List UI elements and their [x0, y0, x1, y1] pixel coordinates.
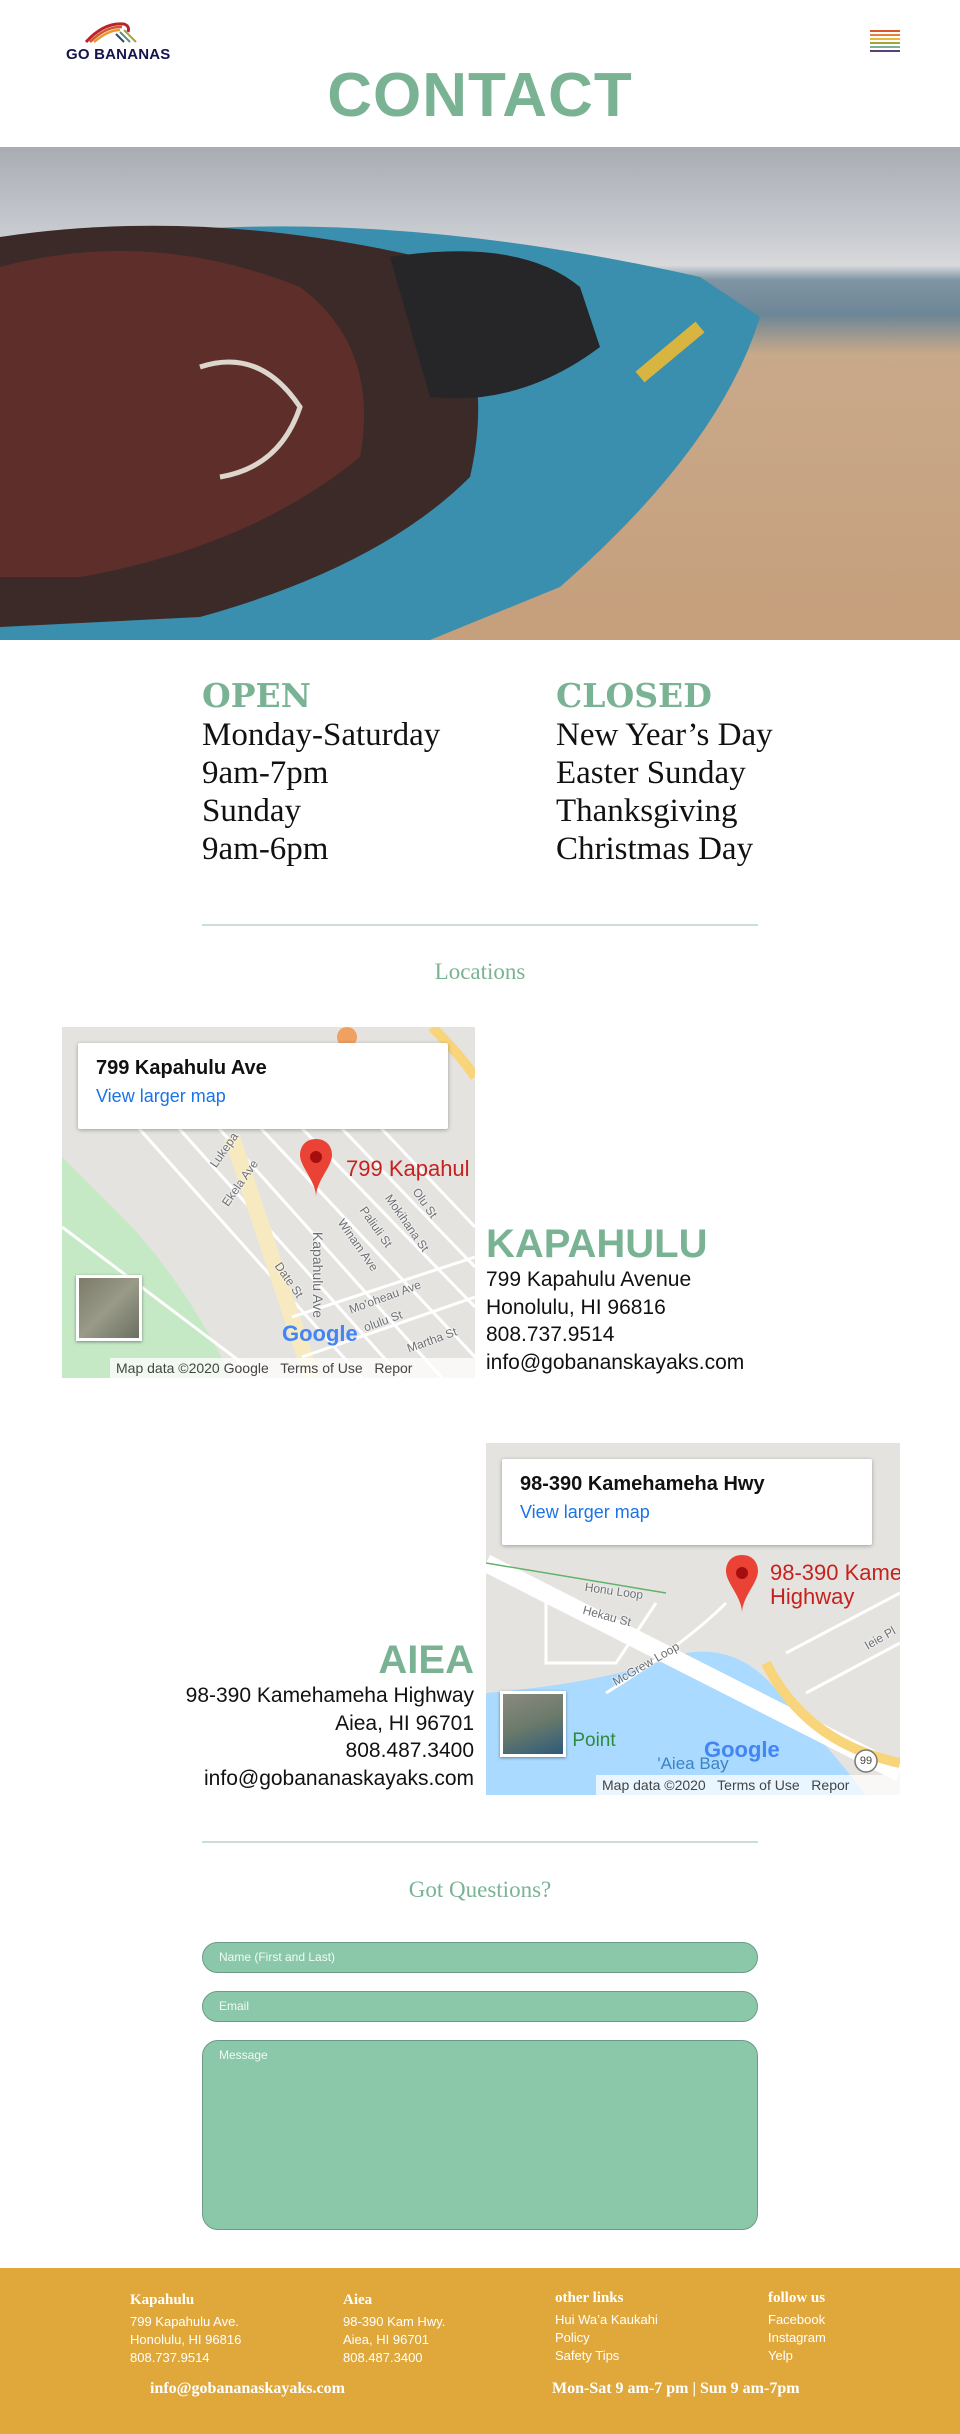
location-phone[interactable]: 808.487.3400 [100, 1737, 474, 1765]
closed-days: CLOSED New Year’s Day Easter Sunday Than… [556, 676, 886, 868]
pin-label-line: Highway [770, 1584, 855, 1609]
terms-link[interactable]: Terms of Use [280, 1360, 362, 1376]
report-link[interactable]: Repor [374, 1360, 412, 1376]
location-name: AIEA [378, 1638, 474, 1682]
hero-image [0, 147, 960, 640]
footer-email[interactable]: info@gobananaskayaks.com [150, 2380, 345, 2398]
map-attribution: Map data ©2020 [602, 1777, 706, 1793]
closed-line: New Year’s Day [556, 717, 773, 753]
open-line: 9am-6pm [202, 831, 329, 867]
footer-line: 799 Kapahulu Ave. [130, 2314, 239, 2329]
report-link[interactable]: Repor [811, 1777, 849, 1793]
terms-link[interactable]: Terms of Use [717, 1777, 799, 1793]
map-pin-icon[interactable] [300, 1139, 332, 1201]
kapahulu-info: KAPAHULU 799 Kapahulu Avenue Honolulu, H… [486, 1222, 744, 1376]
open-line: 9am-7pm [202, 755, 329, 791]
closed-line: Thanksgiving [556, 793, 738, 829]
kapahulu-map[interactable]: Lukepa Ekela Ave Kapahulu Ave Winam Ave … [62, 1027, 475, 1378]
map-pin-label: 98-390 Kame Highway [770, 1561, 900, 1609]
pin-label-line: 98-390 Kame [770, 1560, 900, 1585]
footer-heading: other links [555, 2290, 624, 2306]
location-phone[interactable]: 808.737.9514 [486, 1321, 744, 1349]
view-larger-map-link[interactable]: View larger map [520, 1502, 854, 1523]
locations-title: Locations [434, 959, 526, 984]
open-hours: OPEN Monday-Saturday 9am-7pm Sunday 9am-… [202, 676, 532, 868]
open-line: Sunday [202, 793, 301, 829]
footer-heading: follow us [768, 2290, 826, 2306]
footer: Kapahulu 799 Kapahulu Ave. Honolulu, HI … [0, 2268, 960, 2434]
footer-line: 98-390 Kam Hwy. [343, 2314, 446, 2329]
footer-line: 808.737.9514 [130, 2350, 210, 2365]
footer-link[interactable]: Safety Tips [555, 2347, 658, 2365]
footer-link[interactable]: Yelp [768, 2347, 826, 2365]
aiea-map[interactable]: Honu Loop Hekau St McGrew Loop Ieie Pl '… [486, 1443, 900, 1795]
location-address: 799 Kapahulu Avenue [486, 1268, 692, 1291]
map-attribution: Map data ©2020 Google [116, 1360, 269, 1376]
location-city: Aiea, HI 96701 [335, 1711, 474, 1735]
satellite-toggle[interactable] [76, 1275, 142, 1341]
closed-line: Christmas Day [556, 831, 754, 867]
map-card-title: 799 Kapahulu Ave [96, 1057, 267, 1079]
footer-line: Aiea, HI 96701 [343, 2332, 430, 2347]
map-pin-icon[interactable] [726, 1555, 758, 1617]
map-info-card: 799 Kapahulu Ave View larger map [78, 1043, 448, 1129]
footer-hours: Mon-Sat 9 am-7 pm | Sun 9 am-7pm [552, 2380, 800, 2397]
view-larger-map-link[interactable]: View larger map [96, 1086, 430, 1107]
divider [202, 1841, 758, 1843]
footer-link[interactable]: Facebook [768, 2311, 826, 2329]
highway-shield: 99 [859, 1755, 873, 1767]
location-email[interactable]: info@gobananskayaks.com [486, 1349, 744, 1377]
place-label: Point [572, 1730, 616, 1751]
street-label: Kapahulu Ave [310, 1231, 326, 1319]
name-input[interactable]: Name (First and Last) [202, 1942, 758, 1973]
map-footer: Map data ©2020 Google Terms of Use Repor [110, 1358, 475, 1378]
footer-line: 808.487.3400 [343, 2350, 423, 2365]
logo-wave-icon [84, 22, 137, 44]
open-heading: OPEN [202, 676, 311, 715]
map-footer: Map data ©2020 Terms of Use Repor [596, 1775, 900, 1795]
footer-line: Honolulu, HI 96816 [130, 2332, 242, 2347]
footer-heading: Aiea [343, 2292, 373, 2308]
map-pin-label: 799 Kapahul [346, 1156, 470, 1181]
location-email[interactable]: info@gobananaskayaks.com [100, 1765, 474, 1793]
footer-link[interactable]: Policy [555, 2329, 658, 2347]
map-info-card: 98-390 Kamehameha Hwy View larger map [502, 1459, 872, 1545]
footer-link[interactable]: Hui Wa’a Kaukahi [555, 2311, 658, 2329]
location-city: Honolulu, HI 96816 [486, 1295, 666, 1319]
page-title: CONTACT [327, 61, 633, 130]
map-card-title: 98-390 Kamehameha Hwy [520, 1473, 765, 1495]
satellite-toggle[interactable] [500, 1691, 566, 1757]
divider [202, 924, 758, 926]
closed-line: Easter Sunday [556, 755, 746, 791]
closed-heading: CLOSED [556, 676, 712, 715]
aiea-info: AIEA 98-390 Kamehameha Highway Aiea, HI … [100, 1638, 474, 1792]
footer-heading: Kapahulu [130, 2292, 195, 2308]
footer-link[interactable]: Instagram [768, 2329, 826, 2347]
location-name: KAPAHULU [486, 1222, 708, 1266]
email-input[interactable]: Email [202, 1991, 758, 2022]
form-title: Got Questions? [408, 1877, 552, 1902]
location-address: 98-390 Kamehameha Highway [185, 1684, 474, 1707]
google-logo: Google [704, 1737, 780, 1762]
message-textarea[interactable]: Message [202, 2040, 758, 2230]
open-line: Monday-Saturday [202, 717, 441, 753]
hamburger-icon[interactable] [870, 30, 900, 55]
google-logo: Google [282, 1321, 358, 1346]
